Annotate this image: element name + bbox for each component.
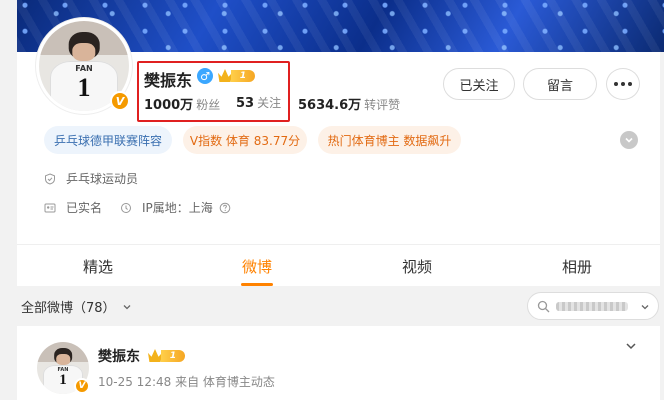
tab-album[interactable]: 相册	[536, 245, 618, 287]
feed-search-input[interactable]	[527, 292, 659, 320]
feed-filter-label: 全部微博（78）	[21, 301, 116, 316]
tag-team[interactable]: 乒乓球德甲联赛阵容	[44, 126, 172, 154]
tag-v-index[interactable]: V指数 体育 83.77分	[183, 126, 307, 154]
avatar-jersey-text: FAN	[75, 64, 93, 74]
follow-button[interactable]: 已关注	[443, 68, 515, 100]
chevron-down-icon	[625, 137, 633, 143]
post-card: FAN 1 V 樊振东 1 10-25 12:48 来自 体育博主动态	[17, 326, 660, 400]
engagement-label: 转评赞	[364, 98, 401, 112]
verified-text: 已实名	[66, 201, 103, 215]
id-card-icon	[44, 202, 56, 214]
search-icon	[537, 300, 550, 313]
vip-crown-icon[interactable]: 1	[148, 349, 186, 363]
feed-filter-dropdown[interactable]: 全部微博（78）	[21, 297, 132, 316]
following-count: 53	[236, 96, 255, 111]
following-stat[interactable]: 53 关注	[236, 94, 281, 111]
vip-crown-icon[interactable]: 1	[218, 69, 256, 83]
post-author-name[interactable]: 樊振东	[98, 346, 140, 366]
profile-tabs: 精选 微博 视频 相册	[17, 244, 660, 286]
search-placeholder-blurred	[556, 302, 628, 311]
expand-tags-button[interactable]	[620, 131, 638, 149]
engagement-count: 5634.6万	[298, 98, 362, 113]
followers-stat[interactable]: 1000万 粉丝	[144, 94, 220, 113]
more-options-button[interactable]	[606, 68, 640, 100]
ip-location-text: IP属地：上海	[142, 201, 213, 215]
more-dot-icon	[614, 82, 618, 86]
occupation-row: 乒乓球运动员	[44, 170, 138, 187]
chevron-down-icon[interactable]	[625, 340, 637, 352]
message-button[interactable]: 留言	[523, 68, 597, 100]
post-avatar-jersey-number: 1	[59, 372, 67, 389]
help-question-icon[interactable]	[219, 202, 231, 214]
profile-name: 樊振东	[144, 71, 193, 90]
tab-video[interactable]: 视频	[376, 245, 458, 287]
location-pin-icon	[120, 202, 132, 214]
engagement-stat: 5634.6万 转评赞	[298, 94, 400, 113]
following-label: 关注	[257, 96, 282, 110]
avatar-jersey-number: 1	[77, 73, 91, 103]
verified-shield-icon	[44, 172, 56, 185]
verified-badge-icon: V	[110, 91, 130, 111]
identity-row: 已实名 IP属地：上海	[44, 199, 231, 216]
more-dot-icon	[621, 82, 625, 86]
male-gender-icon: ♂	[197, 68, 213, 84]
active-tab-indicator	[241, 283, 273, 286]
feed-filter-row: 全部微博（78）	[17, 289, 660, 325]
tab-weibo[interactable]: 微博	[216, 245, 298, 287]
vip-level: 1	[231, 70, 255, 82]
post-meta: 10-25 12:48 来自 体育博主动态	[98, 375, 275, 389]
tag-hot-blogger[interactable]: 热门体育博主 数据飙升	[318, 126, 461, 154]
chevron-down-icon	[123, 304, 131, 309]
tab-featured[interactable]: 精选	[57, 245, 139, 287]
followers-label: 粉丝	[196, 98, 221, 112]
chevron-down-icon[interactable]	[640, 302, 650, 312]
followers-count: 1000万	[144, 98, 194, 113]
more-dot-icon	[628, 82, 632, 86]
occupation-text: 乒乓球运动员	[66, 172, 139, 186]
post-vip-level: 1	[161, 350, 185, 362]
verified-badge-icon: V	[74, 378, 90, 394]
